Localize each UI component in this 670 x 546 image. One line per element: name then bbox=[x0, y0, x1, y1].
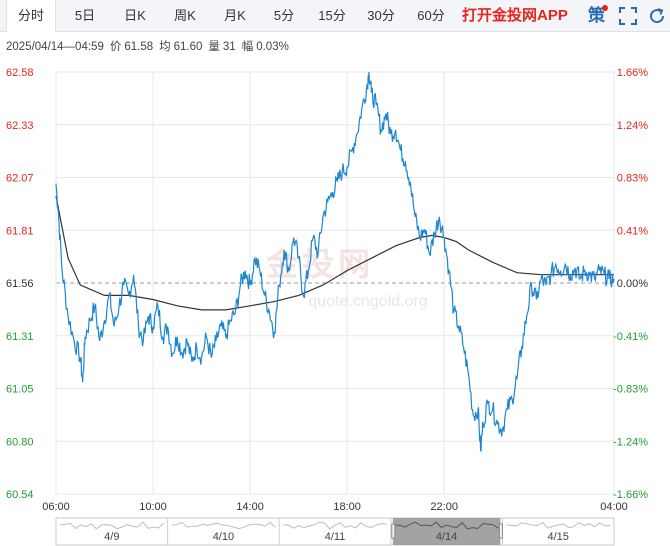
watermark: 金投网 quote.cngold.org bbox=[265, 246, 428, 310]
x-tick-label: 14:00 bbox=[236, 501, 264, 513]
navigator-label: 4/9 bbox=[104, 531, 119, 543]
y-tick-left: 61.56 bbox=[6, 278, 34, 290]
y-tick-right: -1.66% bbox=[613, 489, 648, 501]
price-chart[interactable]: 金投网 quote.cngold.org 62.58 1.66% 62.33 1.24… bbox=[0, 0, 670, 546]
navigator-handle-right[interactable] bbox=[498, 523, 503, 539]
x-tick-label: 04:00 bbox=[600, 501, 628, 513]
y-tick-right: 0.83% bbox=[617, 173, 648, 185]
y-tick-right: -1.24% bbox=[613, 436, 648, 448]
navigator-label: 4/14 bbox=[436, 531, 457, 543]
y-tick-left: 61.05 bbox=[6, 384, 34, 396]
axis-labels: 62.58 1.66% 62.33 1.24% 62.07 0.83% 61.81 0.41%… bbox=[6, 67, 648, 513]
y-tick-left: 61.31 bbox=[6, 331, 34, 343]
y-tick-left: 62.07 bbox=[6, 173, 34, 185]
y-tick-right: 1.24% bbox=[617, 120, 648, 132]
navigator-label: 4/11 bbox=[325, 531, 346, 543]
x-tick-label: 18:00 bbox=[333, 501, 361, 513]
navigator-label: 4/15 bbox=[547, 531, 568, 543]
y-tick-right: 1.66% bbox=[617, 67, 648, 79]
y-tick-left: 61.81 bbox=[6, 225, 34, 237]
y-tick-right: 0.00% bbox=[617, 278, 648, 290]
y-tick-left: 62.58 bbox=[6, 67, 34, 79]
y-tick-left: 60.80 bbox=[6, 436, 34, 448]
y-tick-left: 62.33 bbox=[6, 120, 34, 132]
navigator-label: 4/10 bbox=[213, 531, 234, 543]
range-navigator[interactable]: 4/9 4/10 4/11 4/14 4/15 bbox=[55, 517, 615, 546]
watermark-url: quote.cngold.org bbox=[308, 293, 427, 310]
y-tick-left: 60.54 bbox=[6, 489, 34, 501]
navigator-handle-left[interactable] bbox=[391, 523, 396, 539]
x-tick-label: 22:00 bbox=[430, 501, 458, 513]
y-tick-right: -0.41% bbox=[613, 331, 648, 343]
y-tick-right: 0.41% bbox=[617, 225, 648, 237]
x-tick-label: 10:00 bbox=[139, 501, 167, 513]
watermark-text: 金投网 bbox=[265, 246, 374, 282]
x-tick-label: 06:00 bbox=[42, 501, 70, 513]
y-tick-right: -0.83% bbox=[613, 384, 648, 396]
